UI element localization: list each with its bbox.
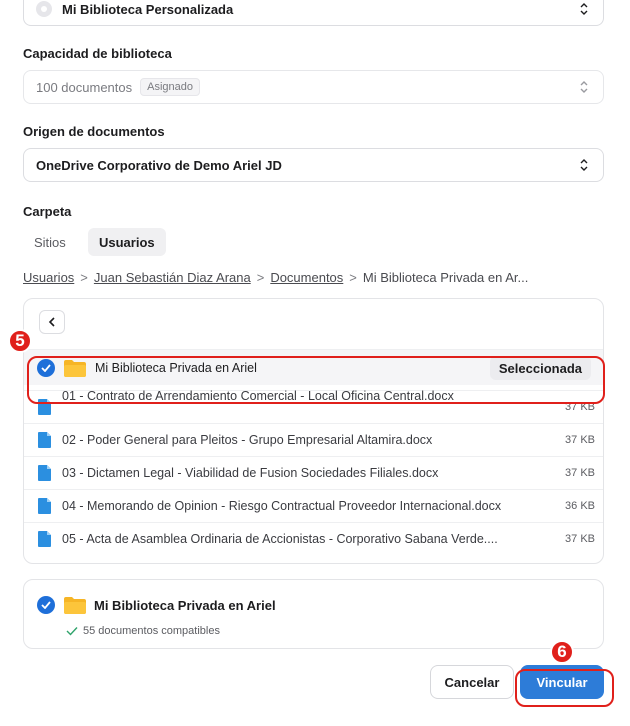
capacity-label: Capacidad de biblioteca: [23, 46, 172, 61]
capacity-select[interactable]: 100 documentos Asignado: [23, 70, 604, 104]
folder-icon: [64, 597, 86, 614]
selected-button[interactable]: Seleccionada: [489, 356, 591, 380]
folder-label: Carpeta: [23, 204, 72, 219]
compatible-count-text: 55 documentos compatibles: [83, 625, 220, 637]
cancel-button[interactable]: Cancelar: [430, 665, 514, 699]
link-button[interactable]: Vincular: [520, 665, 604, 699]
file-browser: Mi Biblioteca Privada en Ariel Seleccion…: [23, 298, 604, 564]
breadcrumb-documents[interactable]: Documentos: [270, 270, 343, 285]
file-size: 36 KB: [565, 500, 595, 512]
file-size: 37 KB: [565, 533, 595, 545]
library-icon: [36, 1, 52, 17]
check-circle-icon: [37, 359, 55, 377]
breadcrumb-users[interactable]: Usuarios: [23, 270, 74, 285]
document-icon: [38, 531, 51, 547]
tab-users[interactable]: Usuarios: [88, 228, 166, 256]
breadcrumb-user[interactable]: Juan Sebastián Diaz Arana: [94, 270, 251, 285]
checkmark-icon: [66, 627, 78, 636]
capacity-value: 100 documentos: [36, 79, 133, 95]
document-icon: [38, 432, 51, 448]
selection-summary: Mi Biblioteca Privada en Ariel 55 docume…: [23, 579, 604, 649]
file-name: 04 - Memorando de Opinion - Riesgo Contr…: [62, 499, 502, 513]
summary-folder-name: Mi Biblioteca Privada en Ariel: [94, 598, 276, 613]
file-name: 05 - Acta de Asamblea Ordinaria de Accio…: [62, 532, 498, 546]
breadcrumb-separator: >: [256, 270, 265, 285]
compatible-count: 55 documentos compatibles: [66, 625, 220, 637]
breadcrumb: Usuarios > Juan Sebastián Diaz Arana > Docum…: [23, 270, 528, 285]
chevron-updown-icon: [580, 81, 588, 93]
file-row[interactable]: 02 - Poder General para Pleitos - Grupo …: [24, 423, 603, 456]
tab-sites[interactable]: Sitios: [23, 228, 77, 256]
file-size: 37 KB: [565, 467, 595, 479]
breadcrumb-current: Mi Biblioteca Privada en Ar...: [362, 270, 529, 285]
file-size: 37 KB: [565, 401, 595, 413]
document-icon: [38, 465, 51, 481]
file-name: 01 - Contrato de Arrendamiento Comercial…: [62, 389, 454, 403]
library-select-value: Mi Biblioteca Personalizada: [62, 1, 234, 17]
file-name: 03 - Dictamen Legal - Viabilidad de Fusi…: [62, 466, 439, 480]
chevron-updown-icon: [580, 3, 588, 15]
file-row[interactable]: 04 - Memorando de Opinion - Riesgo Contr…: [24, 489, 603, 522]
chevron-left-icon: [48, 317, 55, 327]
file-row[interactable]: 03 - Dictamen Legal - Viabilidad de Fusi…: [24, 456, 603, 489]
breadcrumb-separator: >: [349, 270, 357, 285]
check-circle-icon: [37, 596, 55, 614]
back-button[interactable]: [39, 310, 65, 334]
file-row[interactable]: 01 - Contrato de Arrendamiento Comercial…: [24, 389, 603, 423]
origin-select[interactable]: OneDrive Corporativo de Demo Ariel JD: [23, 148, 604, 182]
folder-icon: [64, 360, 86, 377]
library-select[interactable]: Mi Biblioteca Personalizada: [23, 0, 604, 26]
file-row[interactable]: 05 - Acta de Asamblea Ordinaria de Accio…: [24, 522, 603, 555]
document-icon: [38, 399, 51, 415]
file-name: 02 - Poder General para Pleitos - Grupo …: [62, 433, 433, 447]
annotation-badge-step5: 5: [8, 329, 32, 353]
annotation-badge-step6: 6: [550, 640, 574, 664]
document-icon: [38, 498, 51, 514]
origin-value: OneDrive Corporativo de Demo Ariel JD: [36, 157, 282, 173]
selected-folder-row[interactable]: Mi Biblioteca Privada en Ariel Seleccion…: [24, 349, 603, 385]
file-size: 37 KB: [565, 434, 595, 446]
assigned-badge: Asignado: [140, 78, 200, 96]
chevron-updown-icon: [580, 159, 588, 171]
breadcrumb-separator: >: [80, 270, 88, 285]
origin-label: Origen de documentos: [23, 124, 165, 139]
